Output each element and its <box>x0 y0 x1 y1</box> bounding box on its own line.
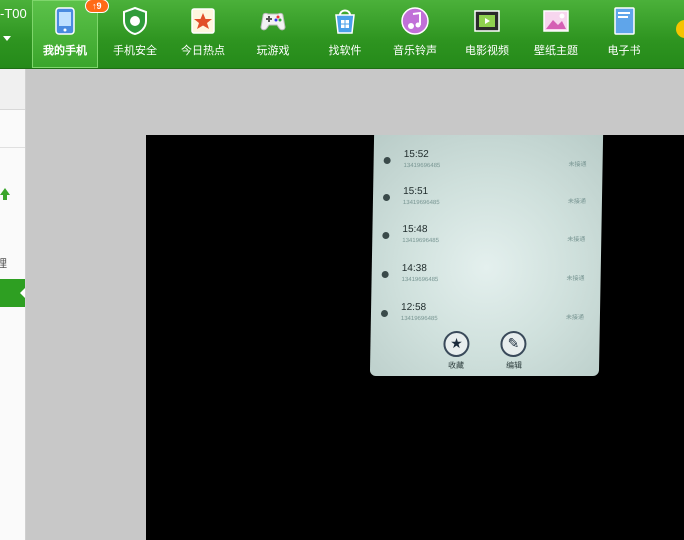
call-number: 13419696485 <box>402 200 440 206</box>
nav-label: 壁纸主题 <box>534 44 578 57</box>
nav-label: 今日热点 <box>181 44 225 57</box>
sidebar-header <box>0 69 25 110</box>
nav-ebooks[interactable]: 电子书 <box>594 0 654 68</box>
nav-label: 音乐铃声 <box>393 44 437 57</box>
nav-my-phone[interactable]: ↑9 我的手机 <box>32 0 109 68</box>
call-log-row: 14:38 13419696485 未接通 <box>371 261 601 299</box>
nav-label: 电子书 <box>607 44 641 57</box>
call-time: 15:52 <box>403 149 429 160</box>
call-log-row: 15:51 13419696485 未接通 <box>373 184 603 222</box>
software-icon <box>335 9 355 34</box>
nav-today-hot[interactable]: 今日热点 <box>172 0 234 68</box>
phone-icon <box>55 7 75 35</box>
nav-label: 电影视频 <box>465 44 509 57</box>
star-news-icon <box>191 8 215 34</box>
music-icon <box>401 7 429 35</box>
sidebar-divider <box>0 147 25 148</box>
edit-label: 编辑 <box>506 361 523 370</box>
ebook-icon <box>614 7 635 35</box>
call-log-row: 15:48 13419696485 未接通 <box>372 222 602 260</box>
favorite-label: 收藏 <box>448 361 465 370</box>
sidebar-item-label[interactable]: 理 <box>0 255 7 271</box>
call-time: 12:58 <box>400 302 427 313</box>
star-icon: ★ <box>443 331 470 357</box>
nav-wallpaper-themes[interactable]: 壁纸主题 <box>524 0 588 68</box>
overflow-icon[interactable] <box>676 20 684 38</box>
nav-games[interactable]: 玩游戏 <box>242 0 304 68</box>
shield-icon <box>123 6 147 36</box>
call-log-row: 12:58 13419696485 未接通 <box>371 300 601 338</box>
call-log-row: 15:52 13419696485 未接通 <box>373 147 603 185</box>
wallpaper-icon <box>543 10 569 32</box>
film-icon <box>474 10 500 32</box>
left-sidebar: 理 <box>0 69 26 540</box>
call-missed-icon <box>382 194 391 201</box>
photo-viewer[interactable]: 15:52 13419696485 未接通 15:51 13419696485 … <box>146 135 684 540</box>
call-status: 未接通 <box>566 275 585 282</box>
device-name[interactable]: -T00 <box>0 6 27 21</box>
chevron-down-icon[interactable] <box>3 36 11 41</box>
call-status: 未接通 <box>567 236 586 243</box>
call-missed-icon <box>383 157 391 164</box>
nav-movies-videos[interactable]: 电影视频 <box>454 0 520 68</box>
nav-software[interactable]: 找软件 <box>314 0 376 68</box>
arrow-up-stem <box>3 194 7 200</box>
top-navigation-bar: -T00 ↑9 我的手机 手机安全 今日热点 玩游戏 找软件 音乐铃声 电影视频… <box>0 0 684 69</box>
call-number: 13419696485 <box>402 238 440 244</box>
selection-notch <box>20 288 25 298</box>
call-status: 未接通 <box>567 198 587 205</box>
call-missed-icon <box>382 232 390 239</box>
nav-phone-security[interactable]: 手机安全 <box>104 0 166 68</box>
call-number: 13419696485 <box>401 277 439 283</box>
nav-label: 我的手机 <box>43 44 87 57</box>
phone-screen-photo: 15:52 13419696485 未接通 15:51 13419696485 … <box>369 135 604 376</box>
pencil-icon: ✎ <box>500 331 527 357</box>
call-time: 15:51 <box>403 186 429 197</box>
call-status: 未接通 <box>568 161 587 168</box>
nav-label: 手机安全 <box>113 44 157 57</box>
nav-label: 玩游戏 <box>256 44 290 57</box>
call-number: 13419696485 <box>403 163 441 169</box>
call-missed-icon <box>380 310 389 317</box>
call-time: 14:38 <box>401 263 427 274</box>
nav-label: 找软件 <box>328 44 362 57</box>
sidebar-item-active[interactable] <box>0 279 25 307</box>
nav-music-ringtones[interactable]: 音乐铃声 <box>382 0 448 68</box>
call-status: 未接通 <box>565 314 584 321</box>
call-number: 13419696485 <box>400 316 438 322</box>
call-time: 15:48 <box>402 224 428 235</box>
call-missed-icon <box>381 271 389 278</box>
gamepad-icon <box>260 12 286 31</box>
